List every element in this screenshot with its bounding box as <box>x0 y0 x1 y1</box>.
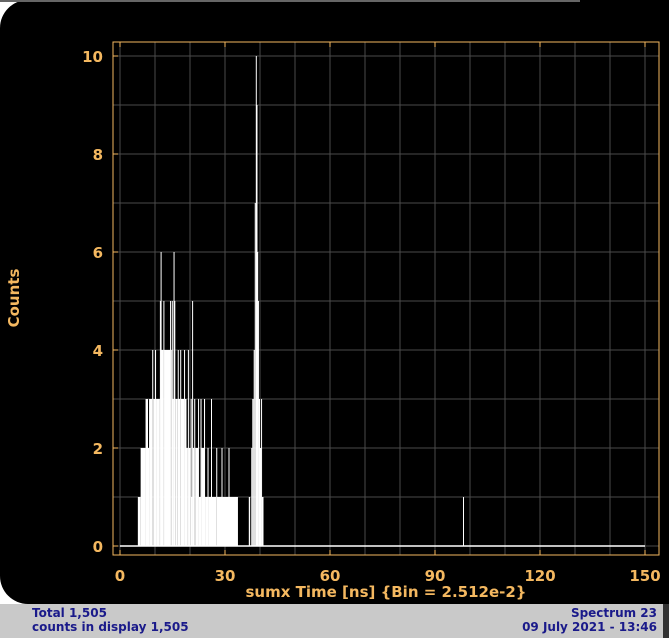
histogram-bar <box>252 399 254 546</box>
histogram-bar <box>178 399 181 546</box>
histogram-bar <box>195 448 199 546</box>
histogram-bar <box>152 350 154 546</box>
x-tick-label: 150 <box>629 567 660 585</box>
histogram-bar <box>201 448 204 546</box>
histogram-bar <box>148 448 150 546</box>
histogram-bar <box>211 497 217 546</box>
y-tick-label: 8 <box>93 146 103 164</box>
histogram-bar <box>161 350 164 546</box>
histogram-bar <box>149 399 153 546</box>
histogram-bar <box>208 497 211 546</box>
status-bar: Total 1,505 counts in display 1,505 Spec… <box>0 604 669 638</box>
histogram-chart[interactable]: 0 30 60 90 120 1500246810 sumx Time [ns] {Bin… <box>0 0 669 604</box>
histogram-bar <box>153 399 155 546</box>
histogram-bar <box>463 497 464 546</box>
histogram-bar <box>175 399 178 546</box>
histogram-bar <box>192 448 195 546</box>
x-axis-label: sumx Time [ns] {Bin = 2.512e-2} <box>246 583 527 601</box>
histogram-bar <box>251 448 253 546</box>
histogram-bar <box>258 399 260 546</box>
histogram-bar <box>205 497 208 546</box>
histogram-bar <box>216 497 222 546</box>
histogram-bar <box>253 350 255 546</box>
y-tick-label: 10 <box>82 48 103 66</box>
counts-in-display: counts in display 1,505 <box>32 620 189 634</box>
y-axis-label: Counts <box>5 269 23 328</box>
x-tick-label: 120 <box>524 567 555 585</box>
x-tick-label: 30 <box>215 567 236 585</box>
y-tick-label: 4 <box>93 342 103 360</box>
histogram-bar <box>229 497 238 546</box>
histogram-bar <box>188 448 191 546</box>
histogram-bar <box>261 497 264 546</box>
histogram-bar <box>257 301 259 546</box>
histogram-bar <box>140 448 146 546</box>
timestamp: 09 July 2021 - 13:46 <box>522 620 657 634</box>
histogram-bar <box>254 203 256 546</box>
histogram-bar <box>137 497 141 546</box>
histogram-bar <box>156 399 160 546</box>
y-tick-label: 6 <box>93 244 103 262</box>
histogram-bar <box>260 448 262 546</box>
histogram-bar <box>222 497 229 546</box>
histogram-bar <box>145 399 148 546</box>
histogram-bar <box>248 497 251 546</box>
histogram-bar <box>186 448 188 546</box>
histogram-bar <box>164 350 171 546</box>
histogram-bar <box>200 399 202 546</box>
x-tick-label: 0 <box>115 567 125 585</box>
spectrum-name: Spectrum 23 <box>570 606 657 620</box>
histogram-bar <box>194 399 196 546</box>
histogram-bar <box>207 448 209 546</box>
histogram-bar <box>180 399 185 546</box>
histogram-bar <box>198 497 201 546</box>
total-counts: Total 1,505 <box>32 606 107 620</box>
histogram-bar <box>155 350 157 546</box>
histogram-bar <box>172 399 174 546</box>
y-tick-label: 2 <box>93 440 103 458</box>
histogram-bar <box>173 301 176 546</box>
histogram-bar <box>184 399 187 546</box>
histogram-bar <box>170 350 172 546</box>
spectrum-window: 0 30 60 90 120 150 0 2 4 6 8 10 sumx Time [ns] {Bin… <box>0 0 669 638</box>
histogram-bar <box>204 399 206 546</box>
y-tick-label: 0 <box>93 538 103 556</box>
